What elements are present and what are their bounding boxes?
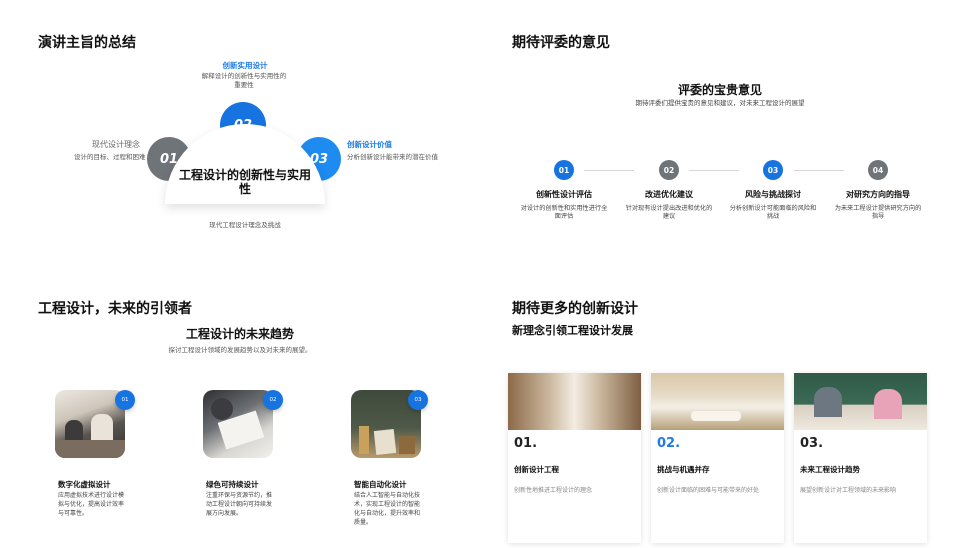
step-item: 03 风险与挑战探讨 分析创新设计可能面临的风险和挑战 <box>728 160 818 221</box>
step-item: 02 改进优化建议 针对现有设计提出改进和优化的建议 <box>624 160 714 221</box>
slide-title: 期待评委的意见 <box>512 35 610 51</box>
slide-title: 工程设计，未来的引领者 <box>38 301 192 317</box>
step-desc: 对设计的创新性和实用性进行全面评估 <box>520 205 608 220</box>
column-number: 02. <box>657 436 681 451</box>
column-desc: 创新设计面临的困难与可能带来的好处 <box>657 487 760 494</box>
feature-column: 01. 创新设计工程 创新性地推进工程设计的理念 <box>508 373 641 543</box>
bottom-caption: 现代工程设计理念及挑战 <box>209 221 281 229</box>
column-image <box>794 373 927 430</box>
step-desc: 分析创新设计可能面临的风险和挑战 <box>729 205 817 220</box>
step-badge: 01 <box>554 160 574 180</box>
card-title: 智能自动化设计 <box>354 480 407 489</box>
step-title: 创新性设计评估 <box>536 190 592 199</box>
step-badge: 02 <box>659 160 679 180</box>
item-title: 创新设计价值 <box>347 140 392 149</box>
column-title: 创新设计工程 <box>514 465 559 474</box>
feature-column: 03. 未来工程设计趋势 展望创新设计对工程领域的未来影响 <box>794 373 927 543</box>
step-badge: 04 <box>868 160 888 180</box>
column-image <box>651 373 784 430</box>
section-heading: 评委的宝贵意见 <box>677 83 762 97</box>
section-subheading: 探讨工程设计领域的发展趋势以及对未来的展望。 <box>168 346 312 354</box>
card-badge: 01 <box>115 390 135 410</box>
column-desc: 创新性地推进工程设计的理念 <box>514 487 593 494</box>
card-badge: 03 <box>408 390 428 410</box>
step-title: 改进优化建议 <box>645 190 693 199</box>
slide-title: 演讲主旨的总结 <box>38 35 136 51</box>
slide-subtitle: 新理念引领工程设计发展 <box>512 324 633 337</box>
slide-opinions: 期待评委的意见 评委的宝贵意见 期待评委们提供宝贵的意见和建议，对未来工程设计的… <box>480 0 960 274</box>
column-number: 03. <box>800 436 824 451</box>
item-desc: 分析创新设计能带来的潜在价值 <box>347 153 438 161</box>
slide-future-trends: 工程设计，未来的引领者 工程设计的未来趋势 探讨工程设计领域的发展趋势以及对未来… <box>0 274 480 548</box>
card-badge: 02 <box>263 390 283 410</box>
slide-summary: 演讲主旨的总结 创新实用设计 解释设计的创新性与实用性的重要性 现代设计理念 设… <box>0 0 480 274</box>
column-title: 挑战与机遇并存 <box>657 465 710 474</box>
item-title: 现代设计理念 <box>92 140 140 149</box>
item-desc: 解释设计的创新性与实用性的重要性 <box>201 72 287 89</box>
column-desc: 展望创新设计对工程领域的未来影响 <box>800 487 897 494</box>
step-item: 01 创新性设计评估 对设计的创新性和实用性进行全面评估 <box>519 160 609 221</box>
center-text: 工程设计的创新性与实用性 <box>178 168 311 196</box>
card-desc: 应用虚拟技术进行设计模拟与优化，提高设计效率与可靠性。 <box>58 492 125 517</box>
column-number: 01. <box>514 436 538 451</box>
step-badge: 03 <box>763 160 783 180</box>
step-desc: 针对现有设计提出改进和优化的建议 <box>625 205 713 220</box>
step-title: 风险与挑战探讨 <box>745 190 801 199</box>
feature-column: 02. 挑战与机遇并存 创新设计面临的困难与可能带来的好处 <box>651 373 784 543</box>
section-heading: 工程设计的未来趋势 <box>185 327 294 341</box>
step-desc: 为未来工程设计提供研究方向的指导 <box>834 205 922 220</box>
slide-title: 期待更多的创新设计 <box>512 301 638 317</box>
card-title: 数字化虚拟设计 <box>58 480 111 489</box>
column-title: 未来工程设计趋势 <box>800 465 860 474</box>
item-title: 创新实用设计 <box>222 61 268 70</box>
step-title: 对研究方向的指导 <box>846 190 910 199</box>
slide-more-innovation: 期待更多的创新设计 新理念引领工程设计发展 01. 创新设计工程 创新性地推进工… <box>480 274 960 548</box>
section-subheading: 期待评委们提供宝贵的意见和建议，对未来工程设计的展望 <box>635 99 805 107</box>
card-desc: 结合人工智能与自动化技术，实现工程设计的智能化与自动化，提升效率和质量。 <box>354 492 421 526</box>
step-item: 04 对研究方向的指导 为未来工程设计提供研究方向的指导 <box>833 160 923 221</box>
card-title: 绿色可持续设计 <box>206 480 259 489</box>
card-desc: 注重环保与资源节约，推动工程设计朝向可持续发展方向发展。 <box>206 492 273 517</box>
column-image <box>508 373 641 430</box>
